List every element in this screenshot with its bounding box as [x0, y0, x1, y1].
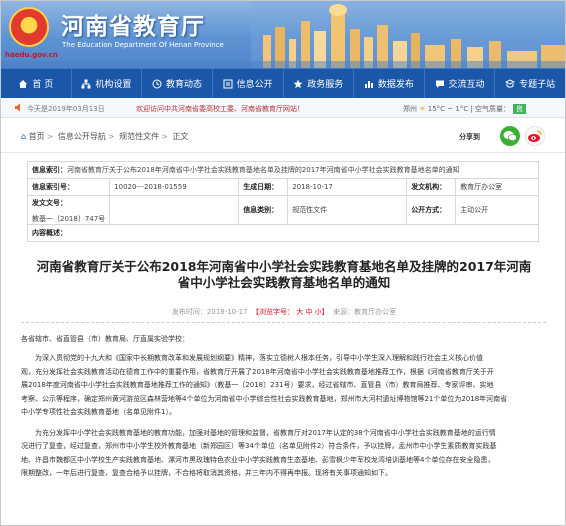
wechat-share-icon[interactable]: [500, 126, 520, 146]
article-title-line: 省中小学社会实践教育基地名单的通知: [177, 275, 391, 290]
breadcrumb-item[interactable]: 规范性文件: [119, 132, 159, 141]
meta-num-value: 教基一〔2018〕747号: [32, 215, 106, 223]
info-bar: 今天是2019年03月13日 欢迎访问中共河南省委高校工委、河南省教育厅网站！ …: [1, 98, 565, 118]
paragraph-line: 限期整改，一年后进行复查，复查合格予以挂牌，不合格将取消其资格，并三年内不得再申…: [21, 469, 392, 477]
article-body: 各省辖市、省直管县（市）教育局、厅直属实验学校： 为深入贯彻党的十九大和《国家中…: [21, 334, 546, 481]
meta-label: 发文机构：: [406, 178, 457, 196]
divider: [21, 322, 546, 323]
breadcrumb-item[interactable]: 信息公开导航: [58, 132, 106, 141]
paragraph-line: 为深入贯彻党的十九大和《国家中长期教育改革和发展规划纲要》精神，落实立德树人根本…: [35, 354, 483, 362]
meta-label: 信息类别：: [238, 195, 289, 225]
org-icon: [81, 79, 91, 88]
breadcrumb-item: 正文: [172, 132, 189, 141]
nav-item-org[interactable]: 机构设置: [72, 69, 143, 98]
salutation: 各省辖市、省直管县（市）教育局、厅直属实验学校：: [21, 335, 189, 343]
meta-cat-value: 规范性文件: [287, 195, 408, 225]
meta-doc-value: 10020---2018-01559: [109, 178, 240, 196]
paragraph-line: 考察、公示等程序，确定郑州黄河游览区森林营地等4个单位为河南省中小学综合性社会实…: [21, 394, 508, 403]
weather-sun-icon: ☀: [419, 105, 426, 113]
meta-index-cell: 信息索引：河南省教育厅关于公布2018年河南省中小学社会实践教育基地名单及挂牌的…: [27, 161, 539, 179]
nav-item-service[interactable]: 政务服务: [284, 69, 355, 98]
weather-temp: 15°C ~ 1°C: [427, 105, 469, 113]
share-label: 分享到: [459, 133, 480, 141]
nav-item-label: 数据发布: [377, 80, 414, 90]
data-icon: [364, 80, 373, 88]
font-size-switcher[interactable]: 【浏览字号： 大 中 小】: [252, 308, 329, 316]
nav-item-topic[interactable]: 专题子站: [495, 69, 565, 98]
today-date: 今天是2019年03月13日: [27, 105, 105, 113]
paragraph-line: 为充分发挥中小学社会实践教育基地的教育功能，加强对基地的管理和监督，省教育厅对2…: [35, 428, 496, 437]
nav-item-label: 机构设置: [95, 80, 132, 90]
paragraph-line: 地、许昌市魏都区中小学校生产实践教育基地、漯河市黑玫瑰特色农业中小学实践教育生态…: [21, 455, 495, 464]
site-title[interactable]: 河南省教育厅: [61, 7, 205, 41]
breadcrumb-bar: ⌂ 首页 > 信息公开导航 > 规范性文件 > 正文 分享到: [1, 118, 565, 153]
speaker-icon: [15, 103, 20, 112]
paragraph-line: 中小学专项性社会实践教育基地（名单见附件1）。: [21, 408, 176, 416]
meta-label: 公开方式：: [406, 195, 457, 225]
service-icon: [293, 79, 303, 88]
air-quality-badge: 良: [513, 104, 527, 114]
meta-num-cell: 发文文号： 教基一〔2018〕747号: [26, 195, 111, 225]
paragraph-line: 观，充分发挥社会实践教育活动在德育工作中的重要作用，省教育厅开展了2018年河南…: [21, 367, 494, 376]
nav-item-data[interactable]: 数据发布: [354, 69, 425, 98]
welcome-marquee[interactable]: 欢迎访问中共河南省委高校工委、河南省教育厅网站！: [136, 104, 304, 114]
meta-label: 内容概述：: [32, 229, 67, 237]
nav-item-label: 信息公开: [236, 80, 273, 90]
meta-label: 信息索引号：: [26, 178, 111, 196]
weibo-share-icon[interactable]: [525, 126, 545, 146]
site-subtitle: The Education Department Of Henan Provin…: [62, 41, 224, 49]
info-icon: [223, 79, 233, 88]
breadcrumb-item[interactable]: 首页: [29, 132, 45, 141]
weather-widget: 郑州 ☀ 15°C ~ 1°C | 空气质量：良: [403, 104, 527, 114]
nav-item-label: 首 页: [32, 80, 54, 90]
article-title: 河南省教育厅关于公布2018年河南省中小学社会实践教育基地名单及挂牌的2017年…: [19, 259, 549, 291]
news-icon: [152, 79, 162, 88]
site-url: haedu.gov.cn: [5, 51, 58, 59]
air-quality-label: 空气质量：: [475, 105, 511, 113]
wechat-glyph-icon: [503, 131, 517, 142]
paragraph: 为深入贯彻党的十九大和《国家中长期教育改革和发展规划纲要》精神，落实立德树人根本…: [21, 352, 546, 420]
meta-open-value: 主动公开: [455, 195, 539, 225]
article-title-line: 河南省教育厅关于公布2018年河南省中小学社会实践教育基地名单及挂牌的2017年…: [36, 259, 532, 274]
meta-date-value: 2018-10-17: [287, 178, 408, 196]
national-emblem-icon: [9, 7, 49, 47]
weather-city: 郑州: [403, 105, 417, 113]
nav-item-home[interactable]: 首 页: [1, 69, 72, 98]
chat-icon: [435, 80, 444, 88]
page: haedu.gov.cn 河南省教育厅 The Education Depart…: [0, 0, 566, 526]
nav-item-label: 交流互动: [448, 80, 485, 90]
topic-icon: [505, 78, 516, 88]
nav-item-info[interactable]: 信息公开: [213, 69, 284, 98]
site-banner: haedu.gov.cn 河南省教育厅 The Education Depart…: [1, 1, 565, 68]
publish-date: 2018-10-17: [206, 308, 248, 316]
article-source: 来源：教育厅办公室: [333, 308, 397, 316]
breadcrumb: ⌂ 首页 > 信息公开导航 > 规范性文件 > 正文: [21, 132, 189, 141]
meta-index-value: 河南省教育厅关于公布2018年河南省中小学社会实践教育基地名单及挂牌的2017年…: [67, 166, 460, 174]
nav-item-label: 教育动态: [166, 80, 203, 90]
publish-date-label: 发布时间：: [171, 308, 207, 316]
main-nav: 首 页 机构设置 教育动态 信息公开 政务服务 数据发布 交流互动 专题子站: [1, 68, 565, 98]
article-meta: 发布时间：2018-10-17 【浏览字号： 大 中 小】 来源：教育厅办公室: [1, 307, 565, 317]
home-icon: [19, 79, 28, 88]
home-icon: ⌂: [21, 132, 27, 141]
meta-label: 信息索引：: [32, 166, 67, 174]
paragraph-line: 况进行了复查，经过复查，郑州市中小学生校外教育基地（新郑园区）等34个单位（名单…: [21, 442, 497, 450]
meta-label: 发文文号：: [32, 199, 67, 207]
nav-item-news[interactable]: 教育动态: [142, 69, 213, 98]
meta-label: 生成日期：: [238, 178, 289, 196]
paragraph: 为充分发挥中小学社会实践教育基地的教育功能，加强对基地的管理和监督，省教育厅对2…: [21, 427, 546, 481]
weibo-glyph-icon: [528, 130, 542, 142]
document-meta-table: 信息索引：河南省教育厅关于公布2018年河南省中小学社会实践教育基地名单及挂牌的…: [26, 161, 539, 242]
nav-item-label: 专题子站: [519, 80, 556, 90]
meta-summary-cell: 内容概述：: [27, 224, 539, 242]
paragraph-line: 展2018年度河南省中小学社会实践教育基地推荐工作的通知》（教基一〔2018〕2…: [21, 381, 494, 389]
nav-item-label: 政务服务: [307, 80, 344, 90]
meta-issuer-value: 教育厅办公室: [455, 178, 539, 196]
meta-empty-cell: [109, 195, 240, 225]
nav-item-chat[interactable]: 交流互动: [425, 69, 496, 98]
